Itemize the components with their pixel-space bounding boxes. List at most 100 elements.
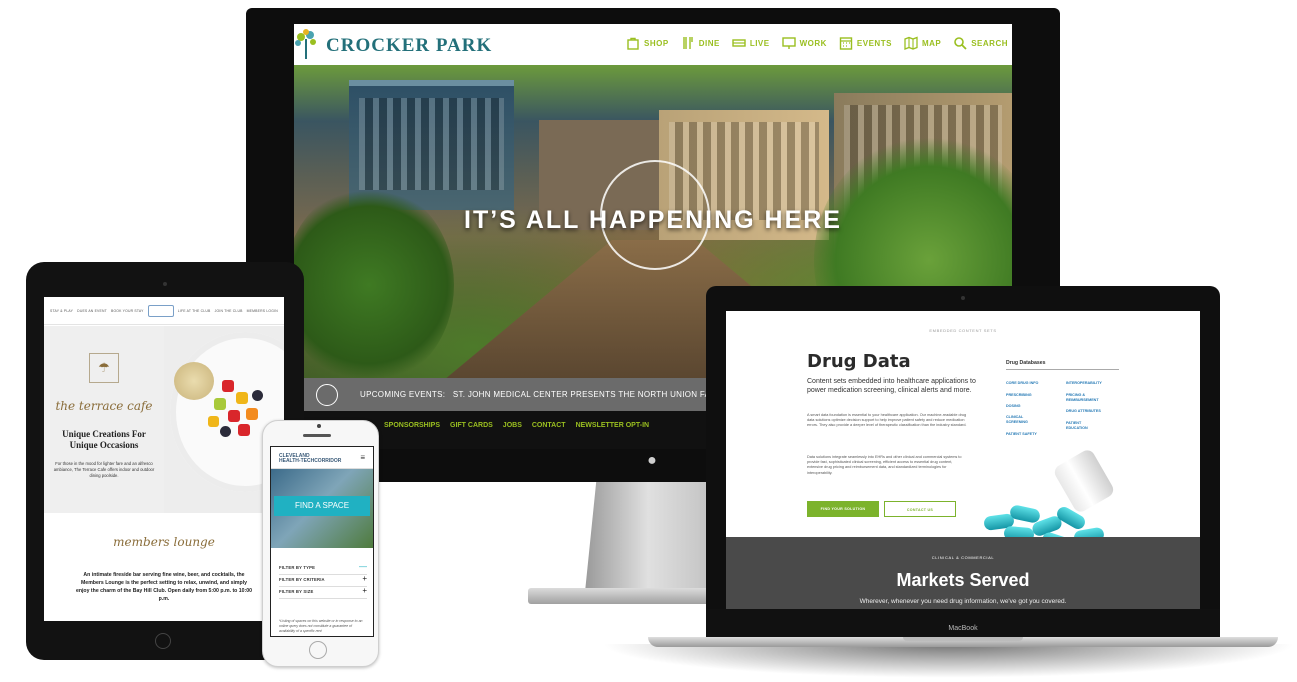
markets-band: CLINICAL & COMMERCIAL Markets Served Whe… — [726, 537, 1200, 609]
markets-eyebrow: CLINICAL & COMMERCIAL — [931, 555, 995, 560]
blackberry-shape — [220, 426, 231, 437]
laptop-screen: EMBEDDED CONTENT SETS Drug Data Content … — [726, 311, 1200, 609]
nav-map[interactable]: MAP — [904, 36, 941, 50]
laptop-brand-label: MacBook — [948, 625, 978, 632]
lounge-panel: members lounge An intimate fireside bar … — [44, 513, 284, 621]
tree-logo-icon — [295, 29, 316, 59]
pineapple-shape — [236, 392, 248, 404]
phone-header: CLEVELAND HEALTH-TECHCORRIDOR ≡ — [271, 447, 373, 469]
calendar-icon — [839, 37, 853, 50]
tablet-nav-item[interactable]: STAY & PLAY — [50, 309, 73, 313]
cantaloupe-shape — [246, 408, 258, 420]
utensils-icon — [682, 37, 693, 49]
nav-label: DINE — [698, 38, 720, 48]
nav-shop[interactable]: SHOP — [626, 36, 669, 50]
markets-subtitle: Wherever, whenever you need drug informa… — [859, 598, 1067, 605]
listing-disclaimer: *Listing of spaces on this website or in… — [279, 619, 363, 633]
side-nav-patient-safety[interactable]: PATIENT SAFETY — [1006, 432, 1058, 437]
footer-link-contact[interactable]: CONTACT — [532, 422, 566, 429]
cafe-script-title: the terrace cafe — [55, 399, 153, 413]
shopping-bag-icon — [627, 37, 639, 50]
nav-label: LIVE — [749, 38, 770, 48]
filter-by-type[interactable]: FILTER BY TYPE — — [279, 562, 367, 575]
nav-work[interactable]: WORK — [781, 36, 827, 50]
side-nav-drug-attributes[interactable]: DRUG ATTRIBUTES — [1066, 409, 1118, 414]
logo-line: CORRIDOR — [314, 458, 342, 464]
phone-screen: CLEVELAND HEALTH-TECHCORRIDOR ≡ FIND A S… — [270, 446, 374, 637]
footer-link-sponsorships[interactable]: SPONSORSHIPS — [384, 422, 440, 429]
logo-line: HEALTH-TECH — [279, 458, 315, 464]
monitor-icon — [781, 37, 796, 49]
device-mockup-scene: CROCKER PARK SHOP DINE LIVE WORK EVENTS … — [0, 0, 1297, 682]
tablet-home-button[interactable] — [155, 633, 171, 649]
nav-label: EVENTS — [856, 38, 892, 48]
brand-name[interactable]: CROCKER PARK — [326, 35, 492, 57]
side-nav-title: Drug Databases — [1006, 360, 1046, 366]
laptop-notch — [903, 637, 1023, 641]
nav-dine[interactable]: DINE — [681, 36, 720, 50]
calendar-circle-icon — [316, 384, 338, 406]
footer-link-newsletter[interactable]: NEWSLETTER OPT-IN — [576, 422, 650, 429]
hero-title: IT’S ALL HAPPENING HERE — [464, 206, 842, 234]
corridor-logo[interactable]: CLEVELAND HEALTH-TECHCORRIDOR — [279, 454, 341, 464]
tablet-nav-item[interactable]: DUES AN EVENT — [77, 309, 107, 313]
tablet-nav-item[interactable]: MEMBERS LOGIN — [247, 309, 278, 313]
phone-speaker — [303, 434, 331, 437]
intro-paragraph: A smart data foundation is essential to … — [807, 413, 967, 428]
collapse-icon: — — [359, 562, 367, 571]
cafe-heading-line1: Unique Creations For — [62, 429, 146, 439]
tablet-nav-item[interactable]: JOIN THE CLUB — [215, 309, 243, 313]
cafe-panel: ☂ the terrace cafe Unique Creations For … — [44, 326, 164, 513]
footer-links: SPONSORSHIPS GIFT CARDS JOBS CONTACT NEW… — [384, 422, 649, 429]
filter-by-criteria[interactable]: FILTER BY CRITERIA + — [279, 574, 367, 587]
tablet-screen: STAY & PLAY DUES AN EVENT BOOK YOUR STAY… — [44, 297, 284, 621]
side-nav-dosing[interactable]: DOSING — [1006, 404, 1058, 409]
nav-search[interactable]: SEARCH — [953, 36, 1008, 50]
tablet-nav: STAY & PLAY DUES AN EVENT BOOK YOUR STAY… — [44, 297, 284, 325]
laptop-chin: MacBook — [706, 609, 1220, 637]
cafe-heading-line2: Unique Occasions — [69, 440, 139, 450]
club-logo-icon[interactable] — [147, 304, 174, 317]
phone-home-button[interactable] — [309, 641, 327, 659]
side-nav-clinical-screening[interactable]: CLINICAL SCREENING — [1006, 415, 1038, 425]
filter-by-size[interactable]: FILTER BY SIZE + — [279, 586, 367, 599]
side-nav-interoperability[interactable]: INTEROPERABILITY — [1066, 381, 1118, 386]
rice-shape — [174, 362, 214, 400]
strawberry-shape — [238, 424, 250, 436]
nav-label: SEARCH — [971, 38, 1008, 48]
bed-icon — [732, 39, 746, 47]
lounge-script-title: members lounge — [113, 535, 215, 549]
nav-events[interactable]: EVENTS — [839, 36, 892, 50]
side-nav-pricing[interactable]: PRICING & REIMBURSEMENT — [1066, 393, 1114, 403]
umbrella-icon: ☂ — [98, 360, 110, 375]
phone-camera — [317, 424, 321, 428]
nav-live[interactable]: LIVE — [732, 36, 770, 50]
filter-label: FILTER BY TYPE — [279, 565, 316, 570]
lounge-body: An intimate fireside bar serving fine wi… — [75, 572, 253, 602]
find-solution-button[interactable]: FIND YOUR SOLUTION — [807, 501, 879, 517]
melon-shape — [214, 398, 226, 410]
nav-label: WORK — [799, 38, 827, 48]
tablet-camera — [163, 282, 167, 286]
side-nav-patient-education[interactable]: PATIENT EDUCATION — [1066, 421, 1102, 431]
find-space-button[interactable]: FIND A SPACE — [274, 496, 370, 516]
tablet-nav-item[interactable]: LIFE AT THE CLUB — [178, 309, 211, 313]
filter-label: FILTER BY SIZE — [279, 589, 314, 594]
footer-link-jobs[interactable]: JOBS — [503, 422, 522, 429]
monitor-stand — [585, 482, 725, 592]
strawberry-shape — [228, 410, 240, 422]
footer-link-gift-cards[interactable]: GIFT CARDS — [450, 422, 493, 429]
section-eyebrow: EMBEDDED CONTENT SETS — [929, 328, 997, 333]
pineapple-shape — [208, 416, 219, 427]
contact-us-button[interactable]: CONTACT US — [884, 501, 956, 517]
tablet-nav-item[interactable]: BOOK YOUR STAY — [111, 309, 144, 313]
side-nav-core-drug-info[interactable]: CORE DRUG INFO — [1006, 381, 1058, 386]
building-photo: FIND A SPACE — [271, 469, 373, 548]
expand-icon: + — [362, 586, 367, 595]
side-nav-prescribing[interactable]: PRESCRIBING — [1006, 393, 1058, 398]
markets-title: Markets Served — [896, 570, 1030, 590]
page-subtitle: Content sets embedded into healthcare ap… — [807, 378, 976, 394]
map-icon — [904, 36, 918, 50]
divider — [1006, 369, 1119, 370]
hamburger-menu-icon[interactable]: ≡ — [360, 453, 365, 462]
